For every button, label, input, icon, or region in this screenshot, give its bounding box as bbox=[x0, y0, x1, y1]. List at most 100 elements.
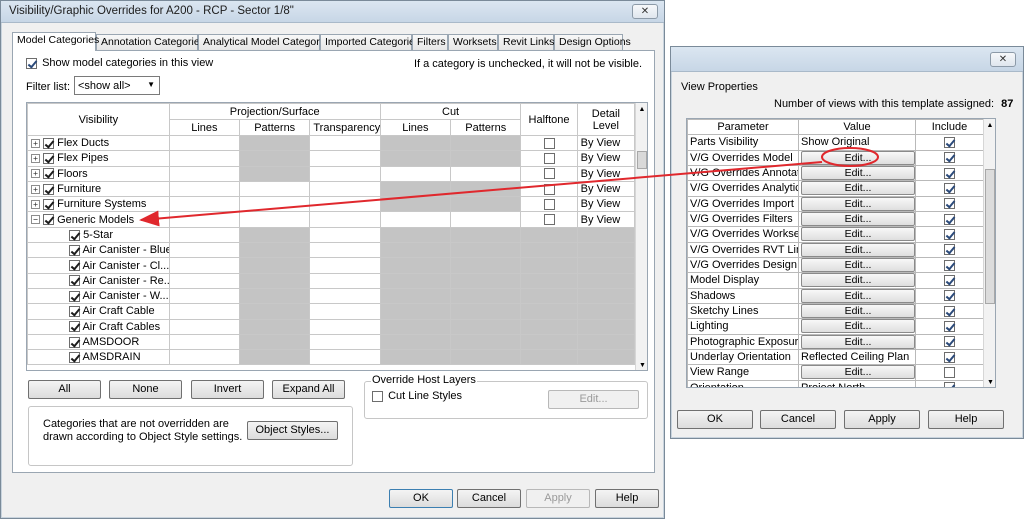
col-proj-transparency[interactable]: Transparency bbox=[309, 119, 381, 136]
vp-value-cell[interactable]: Edit... bbox=[798, 226, 916, 243]
detail-level-cell[interactable]: By View bbox=[576, 134, 636, 152]
vp-close-button[interactable]: ✕ bbox=[990, 52, 1016, 67]
vp-include-checkbox[interactable] bbox=[944, 229, 955, 241]
cut-patterns-cell[interactable] bbox=[450, 196, 522, 213]
vp-edit-button[interactable]: Edit... bbox=[801, 151, 915, 165]
vp-include-cell[interactable] bbox=[915, 180, 984, 197]
vp-parameter-row[interactable]: Model Display Edit... bbox=[687, 272, 984, 289]
proj-transparency-cell[interactable] bbox=[309, 242, 381, 259]
vp-include-checkbox[interactable] bbox=[944, 259, 955, 271]
vp-include-cell[interactable] bbox=[915, 364, 984, 381]
cut-patterns-cell[interactable] bbox=[450, 226, 522, 244]
vp-value-cell[interactable]: Edit... bbox=[798, 256, 916, 274]
vp-include-checkbox[interactable] bbox=[944, 305, 955, 317]
category-visibility-cell[interactable]: Air Canister - Re... bbox=[27, 272, 170, 289]
vp-include-checkbox[interactable] bbox=[944, 167, 955, 179]
vp-include-cell[interactable] bbox=[915, 226, 984, 243]
halftone-cell[interactable] bbox=[520, 211, 578, 228]
cut-lines-cell[interactable] bbox=[379, 165, 452, 182]
category-row[interactable]: AMSDOOR bbox=[27, 333, 636, 351]
vp-value-cell[interactable]: Edit... bbox=[798, 318, 916, 335]
proj-lines-cell[interactable] bbox=[168, 333, 241, 351]
category-row[interactable]: − Generic Models By View bbox=[27, 211, 636, 228]
col-cut-lines[interactable]: Lines bbox=[379, 119, 452, 136]
category-checkbox[interactable] bbox=[69, 290, 80, 302]
vp-edit-button[interactable]: Edit... bbox=[801, 243, 915, 257]
proj-transparency-cell[interactable] bbox=[309, 211, 381, 228]
none-button[interactable]: None bbox=[109, 380, 182, 399]
col-cut[interactable]: Cut bbox=[379, 103, 522, 120]
vp-include-cell[interactable] bbox=[915, 149, 984, 166]
cut-patterns-cell[interactable] bbox=[450, 349, 522, 366]
category-checkbox[interactable] bbox=[43, 183, 55, 195]
proj-lines-cell[interactable] bbox=[168, 226, 241, 244]
category-checkbox[interactable] bbox=[69, 351, 80, 363]
category-row[interactable]: Air Canister - Re... bbox=[27, 272, 636, 289]
col-projection-surface[interactable]: Projection/Surface bbox=[168, 103, 381, 120]
category-checkbox[interactable] bbox=[43, 137, 55, 149]
category-grid-scrollbar[interactable]: ▲ ▼ bbox=[635, 103, 647, 370]
proj-lines-cell[interactable] bbox=[168, 272, 241, 289]
category-row[interactable]: 5-Star bbox=[27, 226, 636, 244]
col-proj-lines[interactable]: Lines bbox=[168, 119, 241, 136]
category-visibility-cell[interactable]: + Flex Pipes bbox=[27, 150, 170, 167]
vp-include-cell[interactable] bbox=[915, 272, 984, 289]
cut-patterns-cell[interactable] bbox=[450, 242, 522, 259]
proj-patterns-cell[interactable] bbox=[239, 134, 311, 152]
cut-patterns-cell[interactable] bbox=[450, 272, 522, 289]
category-visibility-cell[interactable]: AMSDRAIN bbox=[27, 349, 170, 366]
cut-lines-cell[interactable] bbox=[379, 318, 452, 335]
vp-col-parameter[interactable]: Parameter bbox=[687, 119, 799, 136]
vp-value-cell[interactable]: Edit... bbox=[798, 149, 916, 166]
vp-parameter-row[interactable]: V/G Overrides RVT LinksEdit... bbox=[687, 241, 984, 258]
cut-lines-cell[interactable] bbox=[379, 349, 452, 366]
vp-cancel-button[interactable]: Cancel bbox=[760, 410, 836, 429]
category-row[interactable]: Air Canister - W... bbox=[27, 287, 636, 305]
proj-lines-cell[interactable] bbox=[168, 349, 241, 366]
vp-value-cell[interactable]: Reflected Ceiling Plan bbox=[798, 348, 916, 366]
cut-lines-cell[interactable] bbox=[379, 272, 452, 289]
close-button[interactable]: ✕ bbox=[632, 4, 658, 19]
category-visibility-cell[interactable]: Air Craft Cables bbox=[27, 318, 170, 335]
halftone-cell[interactable] bbox=[520, 226, 578, 244]
tab-model-categories[interactable]: Model Categories bbox=[12, 32, 99, 51]
proj-transparency-cell[interactable] bbox=[309, 226, 381, 244]
category-row[interactable]: + Floors By View bbox=[27, 165, 636, 182]
proj-patterns-cell[interactable] bbox=[239, 211, 311, 228]
category-checkbox[interactable] bbox=[69, 260, 80, 272]
category-visibility-cell[interactable]: Air Canister - Cl... bbox=[27, 257, 170, 274]
cut-patterns-cell[interactable] bbox=[450, 165, 522, 182]
halftone-cell[interactable] bbox=[520, 196, 578, 213]
detail-level-cell[interactable] bbox=[576, 318, 636, 335]
vp-include-checkbox[interactable] bbox=[944, 183, 955, 195]
vg-ok-button[interactable]: OK bbox=[389, 489, 453, 508]
vp-value-cell[interactable]: Edit... bbox=[798, 241, 916, 258]
category-visibility-cell[interactable]: + Furniture bbox=[27, 180, 170, 198]
detail-level-cell[interactable]: By View bbox=[576, 150, 636, 167]
proj-transparency-cell[interactable] bbox=[309, 272, 381, 289]
category-checkbox[interactable] bbox=[69, 244, 80, 256]
vp-parameter-row[interactable]: V/G Overrides Model Edit... bbox=[687, 149, 984, 166]
halftone-cell[interactable] bbox=[520, 180, 578, 198]
vp-edit-button[interactable]: Edit... bbox=[801, 304, 915, 318]
proj-patterns-cell[interactable] bbox=[239, 242, 311, 259]
expand-icon[interactable]: + bbox=[31, 199, 40, 209]
scroll-down-arrow[interactable]: ▼ bbox=[984, 376, 995, 387]
vp-include-checkbox[interactable] bbox=[944, 152, 955, 164]
detail-level-cell[interactable] bbox=[576, 303, 636, 320]
col-proj-patterns[interactable]: Patterns bbox=[239, 119, 311, 136]
vp-parameter-row[interactable]: V/G Overrides Annotati Edit... bbox=[687, 164, 984, 182]
proj-lines-cell[interactable] bbox=[168, 287, 241, 305]
category-checkbox[interactable] bbox=[69, 336, 80, 348]
proj-transparency-cell[interactable] bbox=[309, 257, 381, 274]
vp-value-cell[interactable]: Edit... bbox=[798, 302, 916, 320]
category-row[interactable]: + Furniture Systems By View bbox=[27, 196, 636, 213]
vp-value-cell[interactable]: Edit... bbox=[798, 164, 916, 182]
cut-patterns-cell[interactable] bbox=[450, 287, 522, 305]
vp-include-checkbox[interactable] bbox=[944, 382, 955, 387]
vp-include-checkbox[interactable] bbox=[944, 275, 955, 287]
proj-patterns-cell[interactable] bbox=[239, 226, 311, 244]
detail-level-cell[interactable] bbox=[576, 242, 636, 259]
detail-level-cell[interactable] bbox=[576, 226, 636, 244]
vp-include-checkbox[interactable] bbox=[944, 351, 955, 363]
